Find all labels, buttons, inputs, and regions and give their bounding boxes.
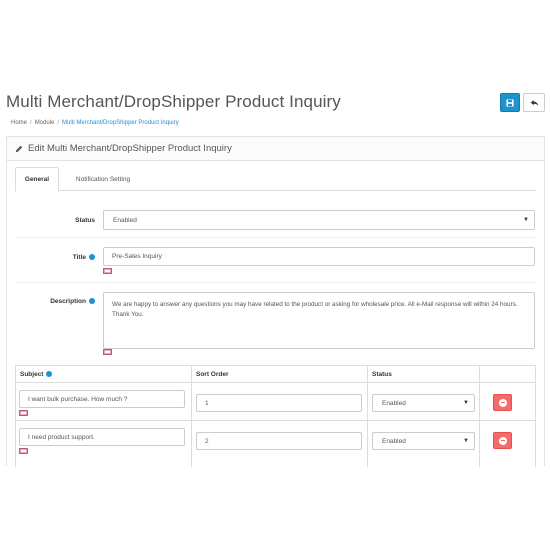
breadcrumb: Home / Module / Multi Merchant/DropShipper P… [11, 120, 179, 126]
table-cell-divider [367, 383, 368, 421]
row-status-select[interactable]: Enabled ▼ [372, 394, 475, 412]
panel-heading: Edit Multi Merchant/DropShipper Product … [7, 137, 544, 161]
title-input[interactable]: Pre-Sales Inquiry [103, 247, 535, 266]
breadcrumb-module[interactable]: Module [35, 120, 55, 126]
minus-circle-icon [498, 398, 507, 407]
pencil-icon [15, 145, 23, 153]
save-button[interactable] [500, 93, 520, 112]
column-header-sort-order: Sort Order [191, 365, 368, 383]
help-icon[interactable] [89, 254, 95, 260]
minus-circle-icon [498, 436, 507, 445]
help-icon[interactable] [46, 371, 53, 377]
title-label: Title [15, 247, 95, 267]
status-label: Status [75, 216, 95, 224]
column-header-subject: Subject [15, 365, 192, 383]
language-flag-icon [19, 410, 28, 416]
column-header-status: Status [367, 365, 480, 383]
status-select-value: Enabled [113, 216, 137, 224]
table-cell-divider [479, 421, 480, 467]
sort-order-input[interactable]: 1 [196, 394, 362, 412]
chevron-down-icon: ▼ [463, 400, 469, 406]
description-label: Description [15, 292, 95, 310]
remove-row-button[interactable] [493, 432, 512, 449]
remove-row-button[interactable] [493, 394, 512, 411]
tab-bar: General Notification Setting [15, 167, 536, 192]
back-button[interactable] [523, 93, 545, 112]
breadcrumb-current[interactable]: Multi Merchant/DropShipper Product Inqui… [62, 120, 179, 126]
page-title: Multi Merchant/DropShipper Product Inqui… [6, 92, 341, 111]
breadcrumb-home[interactable]: Home [11, 120, 27, 126]
edit-panel: Edit Multi Merchant/DropShipper Product … [6, 136, 545, 467]
description-textarea[interactable]: We are happy to answer any questions you… [103, 292, 535, 349]
table-cell-divider [367, 421, 368, 467]
table-cell-divider [479, 383, 480, 421]
chevron-down-icon: ▼ [463, 438, 469, 444]
column-header-action [479, 365, 536, 383]
row-status-select[interactable]: Enabled ▼ [372, 432, 475, 450]
language-flag-icon [103, 268, 112, 274]
panel-heading-text: Edit Multi Merchant/DropShipper Product … [28, 143, 232, 154]
help-icon[interactable] [89, 298, 95, 304]
table-cell-divider [191, 383, 192, 421]
sort-order-input[interactable]: 2 [196, 432, 362, 450]
save-icon [506, 98, 514, 107]
divider [15, 282, 536, 283]
language-flag-icon [19, 448, 28, 454]
subject-input[interactable]: I want bulk purchase. How much ? [19, 390, 185, 408]
tab-general[interactable]: General [15, 167, 59, 192]
reply-icon [530, 99, 539, 107]
tab-notification-setting[interactable]: Notification Setting [68, 167, 138, 191]
language-flag-icon [103, 349, 112, 355]
subject-input[interactable]: I need product support. [19, 428, 185, 446]
status-select[interactable]: Enabled ▼ [103, 210, 535, 230]
table-cell-divider [191, 421, 192, 467]
divider [15, 237, 536, 238]
chevron-down-icon: ▼ [523, 217, 529, 223]
